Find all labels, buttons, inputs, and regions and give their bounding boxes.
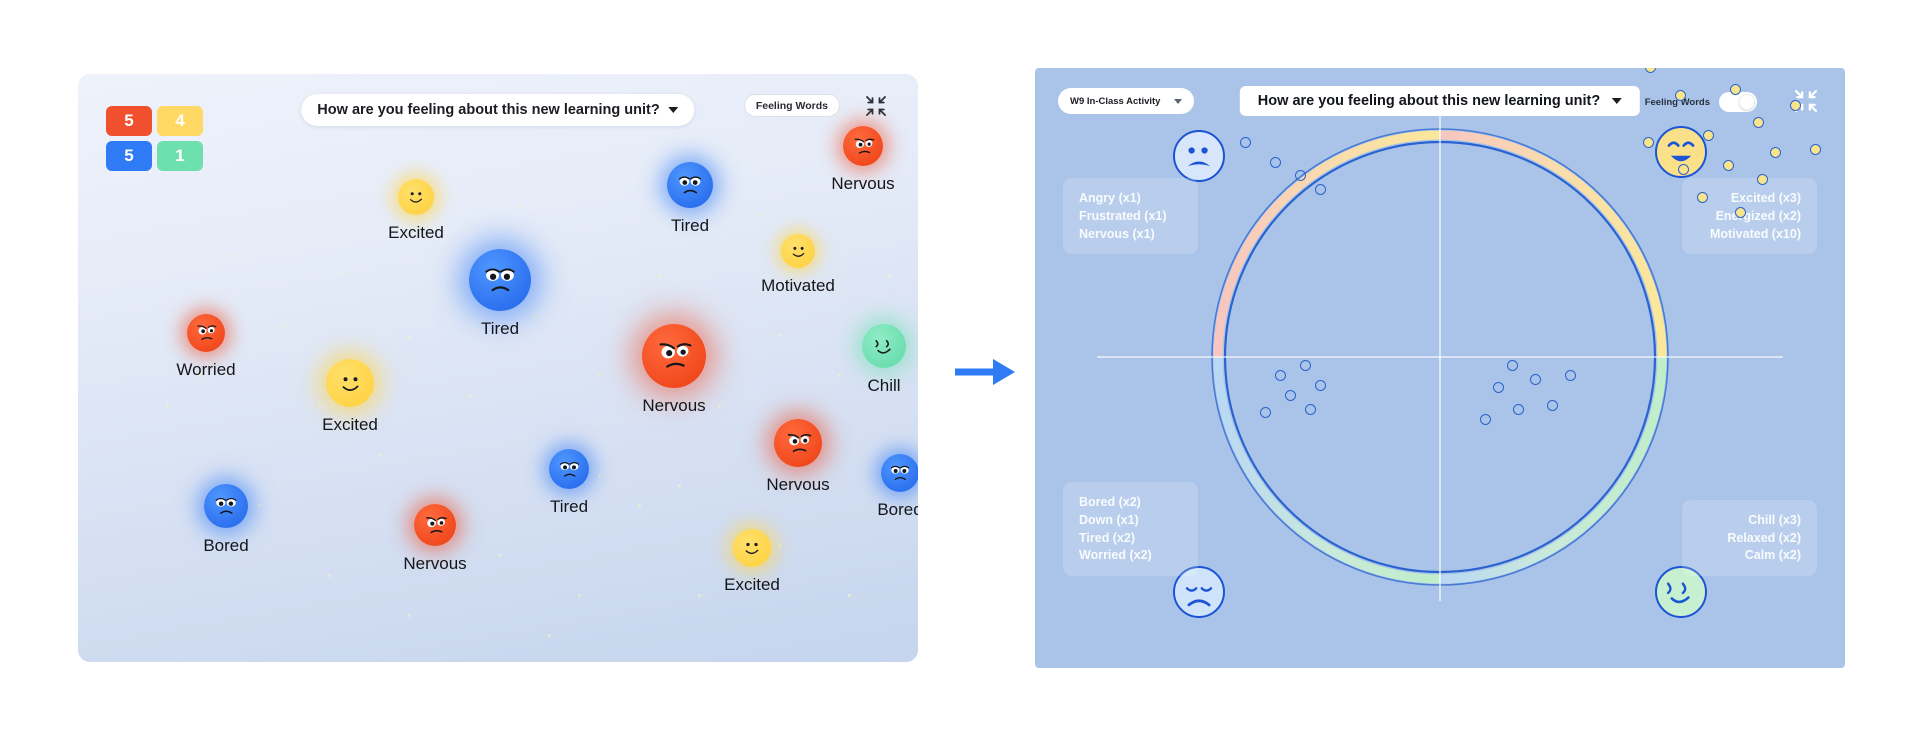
mood-bubble-label: Excited bbox=[388, 223, 444, 242]
response-dot bbox=[1730, 84, 1741, 95]
mood-bubble-label: Nervous bbox=[403, 554, 467, 573]
mood-meter-ring bbox=[1097, 113, 1783, 601]
quadrant-word: Energized (x2) bbox=[1715, 208, 1801, 223]
question-title-dropdown[interactable]: How are you feeling about this new learn… bbox=[301, 94, 695, 126]
quadrant-word: Calm (x2) bbox=[1744, 548, 1801, 563]
response-dot bbox=[1513, 404, 1524, 415]
response-dot bbox=[1697, 192, 1708, 203]
flow-arrow bbox=[955, 355, 1017, 389]
response-dot bbox=[1240, 137, 1251, 148]
quadrant-word: Relaxed (x2) bbox=[1727, 530, 1801, 545]
feeling-words-badge[interactable]: Feeling Words bbox=[743, 94, 840, 117]
response-dot bbox=[1315, 380, 1326, 391]
count-badge-green: 1 bbox=[157, 141, 203, 171]
quadrant-word: Excited (x3) bbox=[1730, 191, 1801, 205]
mood-face-icon bbox=[204, 484, 248, 528]
response-dot bbox=[1565, 370, 1576, 381]
mood-face-icon bbox=[398, 179, 434, 215]
count-badge-blue: 5 bbox=[106, 141, 152, 171]
quadrant-word: Worried (x2) bbox=[1079, 548, 1152, 563]
quadrant-word: Nervous (x1) bbox=[1079, 226, 1155, 241]
mood-bubble-label: Nervous bbox=[642, 396, 706, 415]
mood-bubble-label: Nervous bbox=[831, 174, 895, 193]
response-dot bbox=[1703, 130, 1714, 141]
mood-bubble-label: Nervous bbox=[766, 475, 830, 494]
mood-bubble-label: Tired bbox=[670, 216, 710, 235]
quadrant-word: Bored (x2) bbox=[1079, 495, 1141, 509]
mood-meter-panel: W9 In-Class Activity How are you feeling… bbox=[1035, 68, 1845, 668]
mood-bubble-label: Motivated bbox=[761, 276, 835, 295]
count-badge-red: 5 bbox=[106, 106, 152, 136]
response-dot bbox=[1295, 170, 1306, 181]
quadrant-word: Chill (x3) bbox=[1748, 512, 1801, 527]
response-dot bbox=[1493, 382, 1504, 393]
quadrant-word: Down (x1) bbox=[1079, 512, 1139, 527]
response-dot bbox=[1810, 144, 1821, 155]
response-dot bbox=[1315, 184, 1326, 195]
quadrant-word: Motivated (x10) bbox=[1710, 226, 1801, 241]
response-dot bbox=[1530, 374, 1541, 385]
mood-face-icon bbox=[862, 324, 906, 368]
quadrant-word: Tired (x2) bbox=[1079, 530, 1136, 545]
response-dot bbox=[1305, 404, 1316, 415]
mood-face-icon bbox=[881, 454, 918, 492]
mood-face-icon bbox=[667, 162, 713, 208]
mood-face-icon bbox=[469, 249, 531, 311]
response-dot bbox=[1770, 147, 1781, 158]
quadrant-words-top-right: Excited (x3) Energized (x2) Motivated (x10… bbox=[1682, 178, 1817, 255]
response-dot bbox=[1675, 90, 1686, 101]
mood-face-icon bbox=[843, 126, 883, 166]
response-dot bbox=[1757, 174, 1768, 185]
mood-face-icon bbox=[326, 359, 374, 407]
mood-bubble-label: Bored bbox=[203, 536, 249, 555]
response-dot bbox=[1507, 360, 1518, 371]
mood-bubble-label: Tired bbox=[549, 497, 589, 516]
quadrant-word: Angry (x1) bbox=[1079, 191, 1141, 205]
response-dot bbox=[1285, 390, 1296, 401]
quadrant-word: Frustrated (x1) bbox=[1079, 208, 1167, 223]
mood-face-icon bbox=[642, 324, 706, 388]
mood-bubble-label: Bored bbox=[877, 500, 918, 519]
mood-bubble-label: Worried bbox=[176, 360, 236, 379]
mood-board-panel: 5451 How are you feeling about this new … bbox=[78, 74, 918, 662]
response-dot bbox=[1723, 160, 1734, 171]
mood-bubble-label: Excited bbox=[724, 575, 780, 594]
response-dot bbox=[1678, 164, 1689, 175]
mood-face-icon bbox=[733, 529, 771, 567]
question-title-text: How are you feeling about this new learn… bbox=[317, 102, 660, 118]
response-dot bbox=[1270, 157, 1281, 168]
response-dot bbox=[1480, 414, 1491, 425]
mood-bubble-label: Tired bbox=[480, 319, 520, 338]
chevron-down-icon bbox=[668, 107, 679, 113]
quadrant-words-bottom-right: Chill (x3) Relaxed (x2) Calm (x2) bbox=[1682, 499, 1817, 576]
feeling-words-label: Feeling Words bbox=[755, 99, 828, 112]
response-dot bbox=[1275, 370, 1286, 381]
screenshot-root: 5451 How are you feeling about this new … bbox=[0, 0, 1920, 741]
response-dot bbox=[1643, 137, 1654, 148]
quadrant-face-angry[interactable] bbox=[1173, 130, 1225, 182]
mood-face-icon bbox=[414, 504, 456, 546]
mood-face-icon bbox=[549, 449, 589, 489]
mood-bubble-label: Excited bbox=[322, 415, 378, 434]
response-dot bbox=[1735, 207, 1746, 218]
response-dot bbox=[1300, 360, 1311, 371]
response-dot bbox=[1753, 117, 1764, 128]
response-dot bbox=[1260, 407, 1271, 418]
count-badge-yellow: 4 bbox=[157, 106, 203, 136]
mood-face-icon bbox=[781, 234, 815, 268]
quadrant-words-bottom-left: Bored (x2) Down (x1) Tired (x2) Worried (x2… bbox=[1063, 482, 1198, 576]
mood-face-icon bbox=[187, 314, 225, 352]
response-dot bbox=[1547, 400, 1558, 411]
mood-bubble-label: Chill bbox=[867, 376, 901, 395]
collapse-icon[interactable] bbox=[866, 96, 886, 116]
mood-face-icon bbox=[774, 419, 822, 467]
mood-count-badges: 5451 bbox=[106, 106, 203, 171]
quadrant-words-top-left: Angry (x1) Frustrated (x1) Nervous (x1) bbox=[1063, 178, 1198, 255]
response-dot bbox=[1790, 100, 1801, 111]
